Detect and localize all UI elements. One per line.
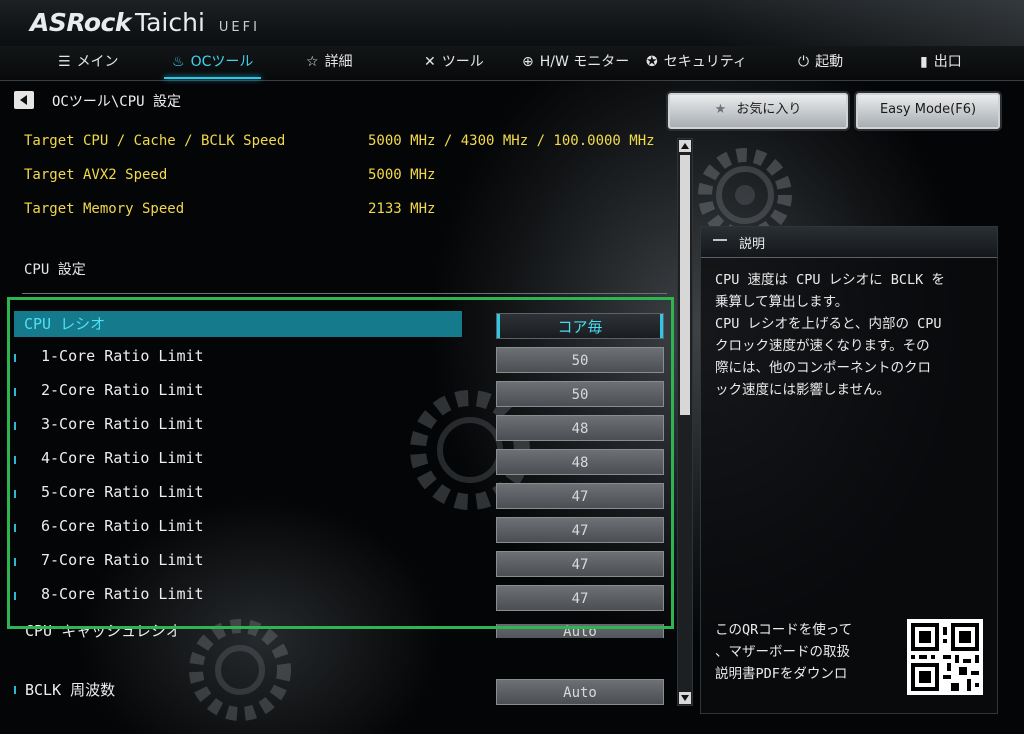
info-value: 2133 MHz: [368, 201, 436, 217]
description-header: 説明: [701, 227, 997, 258]
scroll-thumb[interactable]: [680, 155, 690, 415]
setting-value-button[interactable]: Auto: [496, 679, 664, 705]
info-label: Target AVX2 Speed: [24, 167, 168, 183]
back-button[interactable]: [14, 91, 34, 109]
section-divider: [22, 293, 667, 294]
tab-label: OCツール: [190, 54, 254, 70]
scroll-up-button[interactable]: [679, 140, 691, 152]
setting-label: BCLK 周波数: [25, 681, 116, 699]
star-icon: ☆: [306, 54, 319, 70]
firmware-label: UEFI: [218, 20, 260, 35]
favorites-label: お気に入り: [736, 102, 802, 117]
tab-security[interactable]: ✪ セキュリティ: [646, 46, 747, 80]
info-label: Target CPU / Cache / BCLK Speed: [24, 133, 286, 149]
tools-icon: ✕: [424, 54, 436, 70]
easy-mode-button[interactable]: Easy Mode(F6): [856, 93, 1000, 129]
setting-row[interactable]: BCLK 周波数 Auto: [14, 677, 666, 705]
brand-name: ASRock: [30, 8, 131, 37]
description-panel: 説明 CPU 速度は CPU レシオに BCLK を 乗算して算出します。 CP…: [700, 226, 998, 714]
crosshair-icon: ⊕: [522, 54, 534, 70]
tab-tools[interactable]: ✕ ツール: [424, 46, 484, 80]
breadcrumb: OCツール\CPU 設定: [52, 94, 182, 110]
tab-label: 起動: [815, 54, 844, 70]
header-tick: [713, 239, 727, 241]
power-icon: ⏻: [798, 54, 810, 70]
tab-label: 出口: [933, 54, 962, 70]
section-title: CPU 設定: [24, 262, 86, 278]
qr-caption: このQRコードを使って 、マザーボードの取扱 説明書PDFをダウンロ: [715, 622, 853, 682]
highlight-box: [7, 297, 674, 629]
tab-label: 詳細: [324, 54, 353, 70]
settings-scrollbar[interactable]: [677, 138, 693, 706]
tab-advanced[interactable]: ☆ 詳細: [306, 46, 353, 80]
description-title: 説明: [739, 237, 766, 252]
exit-icon: ▮: [920, 54, 928, 70]
description-text: CPU 速度は CPU レシオに BCLK を 乗算して算出します。 CPU レ…: [715, 272, 945, 398]
row-marker: [14, 686, 16, 694]
model-name: Taichi: [134, 8, 205, 37]
info-value: 5000 MHz / 4300 MHz / 100.0000 MHz: [368, 133, 655, 149]
info-label: Target Memory Speed: [24, 201, 185, 217]
tab-exit[interactable]: ▮ 出口: [920, 46, 962, 80]
tab-hw-monitor[interactable]: ⊕ H/W モニター: [522, 46, 629, 80]
favorites-button[interactable]: ★ お気に入り: [668, 93, 848, 129]
title-bar: ASRock Taichi UEFI: [0, 0, 1024, 47]
list-icon: ☰: [58, 54, 71, 70]
easy-mode-label: Easy Mode(F6): [879, 102, 977, 117]
brand-logo: ASRock Taichi UEFI: [30, 8, 260, 37]
flame-icon: ♨: [172, 54, 185, 70]
tab-label: ツール: [441, 54, 484, 70]
scroll-down-button[interactable]: [679, 692, 691, 704]
title-bar-decoration: [700, 0, 1024, 46]
star-icon: ★: [714, 102, 727, 117]
tab-boot[interactable]: ⏻ 起動: [798, 46, 843, 80]
main-nav: ☰ メイン ♨ OCツール ☆ 詳細 ✕ ツール ⊕ H/W モニター ✪ セキュリティ ⏻…: [0, 46, 1024, 81]
tab-label: H/W モニター: [539, 54, 630, 70]
shield-icon: ✪: [646, 54, 658, 70]
tab-label: セキュリティ: [663, 54, 747, 70]
qr-code-icon: [907, 619, 983, 695]
tab-oc-tweaker[interactable]: ♨ OCツール: [163, 46, 262, 80]
info-value: 5000 MHz: [368, 167, 436, 183]
tab-main[interactable]: ☰ メイン: [58, 46, 119, 80]
tab-label: メイン: [76, 54, 119, 70]
